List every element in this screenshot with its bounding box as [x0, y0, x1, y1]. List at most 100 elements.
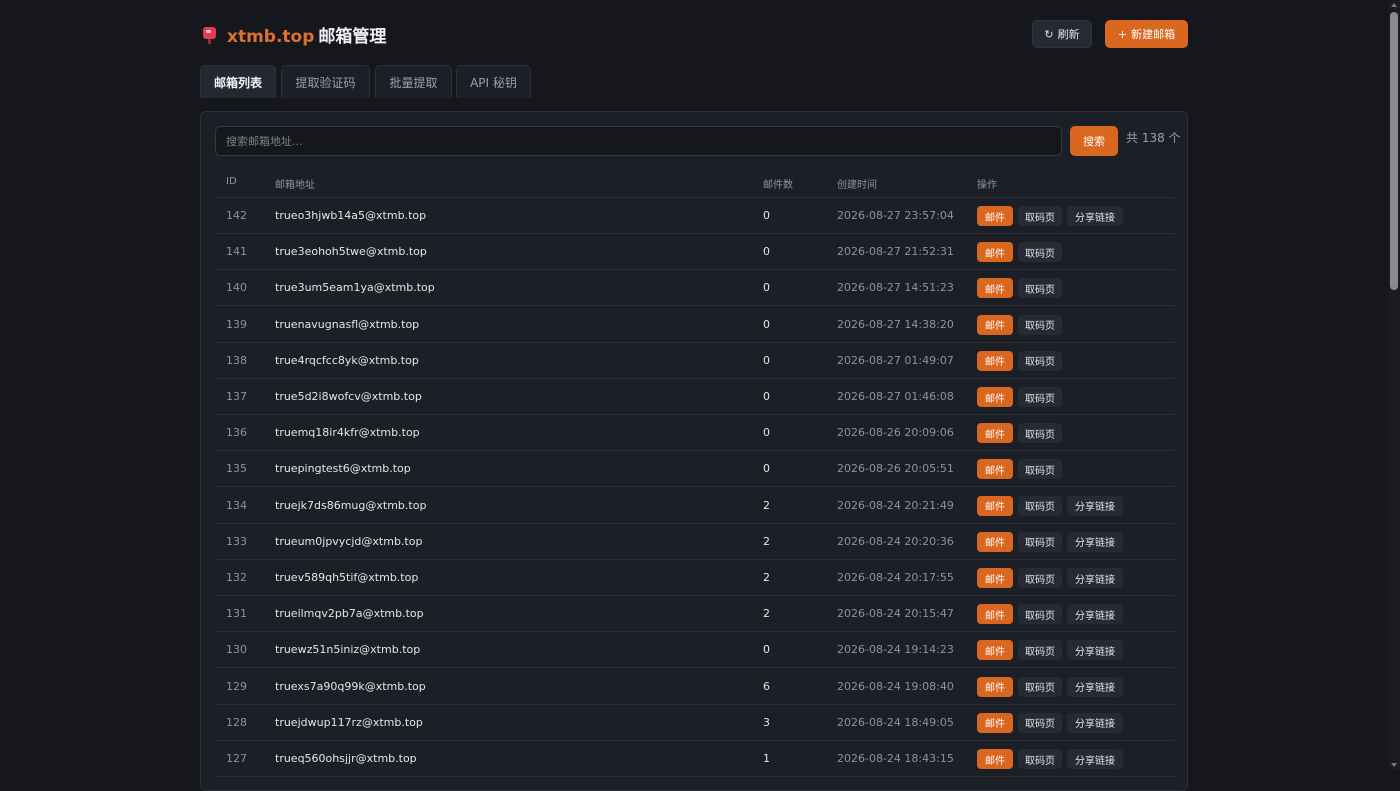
- mail-button[interactable]: 邮件: [977, 206, 1013, 226]
- row-email: trueq560ohsjjr@xtmb.top: [275, 752, 417, 765]
- row-mail-count: 2: [763, 571, 770, 584]
- share-link-button[interactable]: 分享链接: [1067, 495, 1123, 516]
- share-link-button[interactable]: 分享链接: [1067, 676, 1123, 697]
- table-row: 140 true3um5eam1ya@xtmb.top 0 2026-08-27 14…: [215, 270, 1174, 307]
- header-email: 邮箱地址: [275, 180, 315, 191]
- mail-button[interactable]: 邮件: [977, 423, 1013, 444]
- code-page-button[interactable]: 取码页: [1018, 676, 1062, 697]
- title-domain: xtmb.top: [227, 27, 315, 47]
- share-link-button[interactable]: 分享链接: [1067, 712, 1123, 733]
- mail-button[interactable]: 邮件: [977, 749, 1013, 769]
- mail-button[interactable]: 邮件: [977, 676, 1013, 697]
- code-page-button[interactable]: 取码页: [1018, 531, 1062, 552]
- scroll-down-icon[interactable]: [1391, 763, 1397, 767]
- mail-button[interactable]: 邮件: [977, 278, 1013, 299]
- row-mail-count: 0: [763, 462, 770, 476]
- row-mail-count: 0: [763, 426, 770, 440]
- row-created-time: 2026-08-24 20:20:36: [837, 534, 954, 548]
- table-row: 135 truepingtest6@xtmb.top 0 2026-08-26 20:…: [215, 451, 1174, 488]
- scroll-thumb[interactable]: [1390, 12, 1398, 290]
- table-row: 129 truexs7a90q99k@xtmb.top 6 2026-08-24 19…: [215, 669, 1174, 705]
- row-email: truexs7a90q99k@xtmb.top: [275, 679, 426, 693]
- row-id: 139: [226, 317, 247, 331]
- share-link-button[interactable]: 分享链接: [1067, 749, 1123, 769]
- header: xtmb.top 邮箱管理 ↻ 刷新 + 新建邮箱: [200, 20, 1188, 50]
- row-created-time: 2026-08-27 21:52:31: [837, 245, 954, 259]
- code-page-button[interactable]: 取码页: [1018, 387, 1062, 407]
- row-email: true3um5eam1ya@xtmb.top: [275, 281, 435, 295]
- row-actions: 邮件 取码页 分享链接: [977, 640, 1123, 661]
- mail-button[interactable]: 邮件: [977, 495, 1013, 516]
- code-page-button[interactable]: 取码页: [1018, 278, 1062, 299]
- row-created-time: 2026-08-27 01:49:07: [837, 353, 954, 367]
- code-page-button[interactable]: 取码页: [1018, 314, 1062, 335]
- refresh-label: 刷新: [1057, 28, 1080, 41]
- row-email: true4rqcfcc8yk@xtmb.top: [275, 353, 419, 367]
- code-page-button[interactable]: 取码页: [1018, 568, 1062, 588]
- new-mailbox-button[interactable]: + 新建邮箱: [1105, 20, 1188, 48]
- refresh-button[interactable]: ↻ 刷新: [1032, 20, 1092, 48]
- code-page-button[interactable]: 取码页: [1018, 495, 1062, 516]
- table-row: 137 true5d2i8wofcv@xtmb.top 0 2026-08-27 01…: [215, 379, 1174, 415]
- row-actions: 邮件 取码页: [977, 278, 1062, 299]
- row-id: 134: [226, 498, 247, 512]
- mail-button[interactable]: 邮件: [977, 459, 1013, 480]
- mail-button[interactable]: 邮件: [977, 568, 1013, 588]
- row-created-time: 2026-08-24 18:43:15: [837, 752, 954, 765]
- mail-button[interactable]: 邮件: [977, 640, 1013, 661]
- code-page-button[interactable]: 取码页: [1018, 604, 1062, 625]
- table-header: ID 邮箱地址 邮件数 创建时间 操作: [215, 168, 1174, 198]
- search-button[interactable]: 搜索: [1070, 126, 1118, 156]
- tab-extract-code[interactable]: 提取验证码: [281, 65, 370, 98]
- title-text: 邮箱管理: [318, 27, 387, 47]
- table-row: 142 trueo3hjwb14a5@xtmb.top 0 2026-08-27 23…: [215, 198, 1174, 234]
- header-id: ID: [226, 176, 237, 187]
- row-mail-count: 0: [763, 281, 770, 295]
- tab-batch-extract[interactable]: 批量提取: [375, 65, 452, 98]
- search-input[interactable]: [215, 126, 1062, 156]
- row-created-time: 2026-08-24 18:49:05: [837, 715, 954, 729]
- row-email: truepingtest6@xtmb.top: [275, 462, 411, 476]
- scrollbar[interactable]: [1388, 0, 1400, 770]
- mail-button[interactable]: 邮件: [977, 350, 1013, 371]
- mail-button[interactable]: 邮件: [977, 387, 1013, 407]
- share-link-button[interactable]: 分享链接: [1067, 568, 1123, 588]
- tab-api-key[interactable]: API 秘钥: [456, 65, 531, 98]
- row-id: 141: [226, 245, 247, 259]
- table-row: 133 trueum0jpvycjd@xtmb.top 2 2026-08-24 20…: [215, 524, 1174, 560]
- row-id: 135: [226, 462, 247, 476]
- code-page-button[interactable]: 取码页: [1018, 423, 1062, 444]
- table-row: 130 truewz51n5iniz@xtmb.top 0 2026-08-24 19…: [215, 632, 1174, 669]
- row-actions: 邮件 取码页: [977, 423, 1062, 444]
- mail-button[interactable]: 邮件: [977, 531, 1013, 552]
- tab-mailbox-list[interactable]: 邮箱列表: [200, 65, 276, 98]
- code-page-button[interactable]: 取码页: [1018, 242, 1062, 263]
- row-created-time: 2026-08-27 14:51:23: [837, 281, 954, 295]
- mail-button[interactable]: 邮件: [977, 314, 1013, 335]
- row-id: 131: [226, 607, 247, 621]
- code-page-button[interactable]: 取码页: [1018, 206, 1062, 226]
- share-link-button[interactable]: 分享链接: [1067, 531, 1123, 552]
- code-page-button[interactable]: 取码页: [1018, 749, 1062, 769]
- code-page-button[interactable]: 取码页: [1018, 350, 1062, 371]
- row-id: 127: [226, 752, 247, 765]
- share-link-button[interactable]: 分享链接: [1067, 206, 1123, 226]
- row-mail-count: 0: [763, 390, 770, 403]
- row-actions: 邮件 取码页 分享链接: [977, 604, 1123, 625]
- share-link-button[interactable]: 分享链接: [1067, 640, 1123, 661]
- code-page-button[interactable]: 取码页: [1018, 459, 1062, 480]
- share-link-button[interactable]: 分享链接: [1067, 604, 1123, 625]
- row-email: trueo3hjwb14a5@xtmb.top: [275, 209, 427, 222]
- code-page-button[interactable]: 取码页: [1018, 712, 1062, 733]
- row-mail-count: 2: [763, 498, 770, 512]
- row-actions: 邮件 取码页 分享链接: [977, 712, 1123, 733]
- row-actions: 邮件 取码页: [977, 314, 1062, 335]
- table-row: 132 truev589qh5tif@xtmb.top 2 2026-08-24 20…: [215, 560, 1174, 596]
- row-id: 129: [226, 679, 247, 693]
- mail-button[interactable]: 邮件: [977, 604, 1013, 625]
- code-page-button[interactable]: 取码页: [1018, 640, 1062, 661]
- mail-button[interactable]: 邮件: [977, 242, 1013, 263]
- mail-button[interactable]: 邮件: [977, 712, 1013, 733]
- row-id: 142: [226, 209, 247, 222]
- scroll-up-icon[interactable]: [1391, 3, 1397, 7]
